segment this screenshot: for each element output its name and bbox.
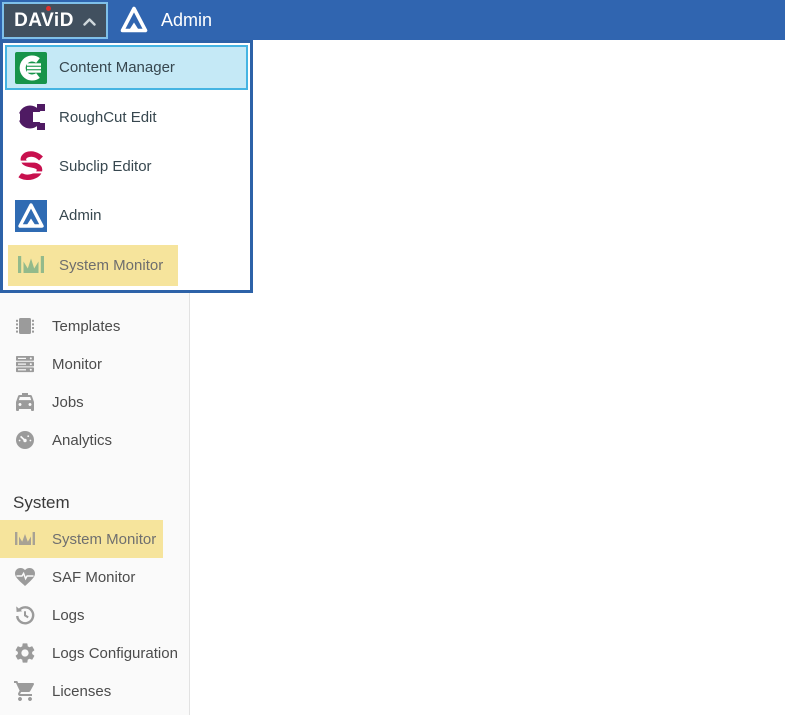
sidebar-item-licenses[interactable]: Licenses <box>0 672 189 710</box>
sidebar-item-jobs[interactable]: Jobs <box>0 383 189 421</box>
sidebar-item-label: Logs Configuration <box>52 645 178 662</box>
heart-pulse-icon <box>13 565 37 589</box>
sidebar-item-analytics[interactable]: Analytics <box>0 421 189 459</box>
cart-icon <box>13 679 37 703</box>
brand-logo: DAViD <box>14 11 74 30</box>
app-switcher-menu: Content Manager RoughCut Edit Subclip Edit… <box>0 40 253 293</box>
menu-item-system-monitor[interactable]: System Monitor <box>3 241 250 290</box>
sidebar-item-label: Licenses <box>52 683 111 700</box>
servers-icon <box>13 352 37 376</box>
roughcut-edit-icon <box>15 101 47 133</box>
sidebar-item-label: Jobs <box>52 394 84 411</box>
system-monitor-gray-icon <box>13 527 37 551</box>
menu-item-label: Content Manager <box>59 59 175 76</box>
sidebar-item-label: Monitor <box>52 356 102 373</box>
menu-item-admin[interactable]: Admin <box>3 191 250 240</box>
menu-item-label: System Monitor <box>59 257 163 274</box>
menu-item-label: Admin <box>59 207 102 224</box>
sidebar-item-monitor[interactable]: Monitor <box>0 345 189 383</box>
system-monitor-green-icon <box>15 249 47 281</box>
chevron-up-icon <box>83 18 96 26</box>
sidebar-nav: Templates Monitor Jobs Analytics System Syste… <box>0 307 189 710</box>
sidebar-section-header-system: System <box>0 486 189 520</box>
app-switcher-button[interactable]: DAViD <box>2 2 108 39</box>
gauge-icon <box>13 428 37 452</box>
sidebar-item-label: Logs <box>52 607 85 624</box>
gear-icon <box>13 641 37 665</box>
content-manager-icon <box>15 52 47 84</box>
sidebar-item-logs[interactable]: Logs <box>0 596 189 634</box>
sidebar-item-saf-monitor[interactable]: SAF Monitor <box>0 558 189 596</box>
main-content <box>190 40 785 715</box>
sidebar-item-system-monitor[interactable]: System Monitor <box>0 520 189 558</box>
sidebar-item-templates[interactable]: Templates <box>0 307 189 345</box>
menu-item-roughcut-edit[interactable]: RoughCut Edit <box>3 92 250 141</box>
sidebar-item-logs-configuration[interactable]: Logs Configuration <box>0 634 189 672</box>
sidebar-item-label: Templates <box>52 318 120 335</box>
sidebar-item-label: Analytics <box>52 432 112 449</box>
subclip-editor-icon <box>15 151 47 183</box>
app-title: Admin <box>161 0 212 40</box>
brand-red-dot <box>46 6 51 11</box>
menu-item-label: RoughCut Edit <box>59 109 157 126</box>
admin-icon <box>15 200 47 232</box>
chip-icon <box>13 314 37 338</box>
sidebar-item-label: System Monitor <box>52 531 156 548</box>
history-icon <box>13 603 37 627</box>
sidebar-item-label: SAF Monitor <box>52 569 135 586</box>
menu-item-content-manager[interactable]: Content Manager <box>3 43 250 92</box>
admin-logo-icon <box>118 4 150 36</box>
menu-item-subclip-editor[interactable]: Subclip Editor <box>3 142 250 191</box>
taxi-icon <box>13 390 37 414</box>
menu-item-label: Subclip Editor <box>59 158 152 175</box>
top-bar: DAViD Admin <box>0 0 785 40</box>
